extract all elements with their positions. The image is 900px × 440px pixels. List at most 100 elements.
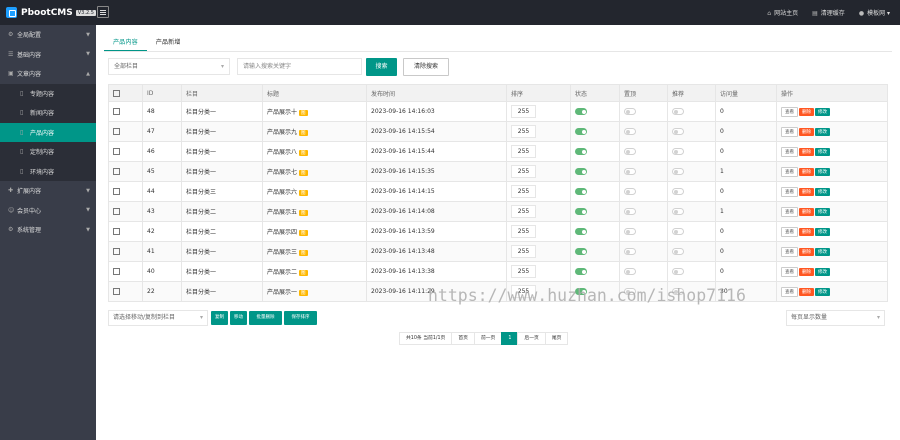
row-checkbox[interactable] — [113, 188, 120, 195]
delete-button[interactable]: 删除 — [799, 107, 814, 116]
cell-title[interactable]: 产品展示六图 — [262, 181, 367, 202]
sidebar-item-member-center[interactable]: ☺ 会员中心 ▼ — [0, 201, 96, 221]
status-toggle[interactable] — [575, 248, 587, 255]
sidebar-item-topic[interactable]: ▯ 专题内容 — [0, 83, 96, 103]
move-button[interactable]: 移动 — [230, 311, 247, 325]
move-target-select[interactable]: 请选择移动/复制到栏目 — [108, 310, 208, 326]
delete-button[interactable]: 删除 — [799, 167, 814, 176]
row-checkbox[interactable] — [113, 168, 120, 175]
view-button[interactable]: 查看 — [781, 146, 798, 157]
cell-title[interactable]: 产品展示九图 — [262, 121, 367, 142]
delete-button[interactable]: 删除 — [799, 147, 814, 156]
status-toggle[interactable] — [575, 128, 587, 135]
recommend-toggle[interactable] — [672, 188, 684, 195]
delete-button[interactable]: 删除 — [799, 187, 814, 196]
view-button[interactable]: 查看 — [781, 186, 798, 197]
sort-input[interactable]: 255 — [511, 165, 536, 178]
sidebar-item-article-content[interactable]: ▣ 文章内容 ▲ — [0, 64, 96, 84]
view-button[interactable]: 查看 — [781, 166, 798, 177]
edit-button[interactable]: 修改 — [815, 247, 830, 256]
view-button[interactable]: 查看 — [781, 206, 798, 217]
top-toggle[interactable] — [624, 128, 636, 135]
row-checkbox[interactable] — [113, 288, 120, 295]
prev-page-button[interactable]: 前一页 — [473, 332, 503, 345]
top-toggle[interactable] — [624, 108, 636, 115]
sidebar-item-extended-content[interactable]: ✚ 扩展内容 ▼ — [0, 181, 96, 201]
row-checkbox[interactable] — [113, 208, 120, 215]
sort-input[interactable]: 255 — [511, 125, 536, 138]
current-page[interactable]: 1 — [501, 332, 519, 345]
page-size-select[interactable]: 每页显示数量 — [786, 310, 885, 326]
sort-input[interactable]: 255 — [511, 265, 536, 278]
category-select[interactable]: 全部栏目 — [108, 58, 230, 75]
top-toggle[interactable] — [624, 148, 636, 155]
edit-button[interactable]: 修改 — [815, 287, 830, 296]
site-home-link[interactable]: ⌂ 网站主页 — [767, 8, 798, 17]
view-button[interactable]: 查看 — [781, 226, 798, 237]
sort-input[interactable]: 255 — [511, 225, 536, 238]
view-button[interactable]: 查看 — [781, 286, 798, 297]
status-toggle[interactable] — [575, 268, 587, 275]
search-input[interactable]: 请输入搜索关键字 — [237, 58, 362, 75]
recommend-toggle[interactable] — [672, 248, 684, 255]
top-toggle[interactable] — [624, 248, 636, 255]
status-toggle[interactable] — [575, 148, 587, 155]
recommend-toggle[interactable] — [672, 148, 684, 155]
last-page-button[interactable]: 尾页 — [544, 332, 569, 345]
sort-input[interactable]: 255 — [511, 105, 536, 118]
menu-toggle-button[interactable] — [97, 6, 109, 18]
sidebar-item-system[interactable]: ⚙ 系统管理 ▼ — [0, 220, 96, 240]
view-button[interactable]: 查看 — [781, 106, 798, 117]
delete-button[interactable]: 删除 — [799, 247, 814, 256]
tab-product-list[interactable]: 产品内容 — [104, 35, 147, 51]
delete-button[interactable]: 删除 — [799, 267, 814, 276]
view-button[interactable]: 查看 — [781, 246, 798, 257]
status-toggle[interactable] — [575, 168, 587, 175]
recommend-toggle[interactable] — [672, 268, 684, 275]
user-menu[interactable]: ● 模板网 ▾ — [859, 8, 890, 17]
top-toggle[interactable] — [624, 208, 636, 215]
edit-button[interactable]: 修改 — [815, 167, 830, 176]
save-sort-button[interactable]: 保存排序 — [284, 311, 317, 325]
sidebar-item-news[interactable]: ▯ 新闻内容 — [0, 103, 96, 123]
tab-product-add[interactable]: 产品新增 — [147, 35, 190, 51]
cell-title[interactable]: 产品展示八图 — [262, 141, 367, 162]
top-toggle[interactable] — [624, 168, 636, 175]
delete-button[interactable]: 删除 — [799, 287, 814, 296]
edit-button[interactable]: 修改 — [815, 267, 830, 276]
edit-button[interactable]: 修改 — [815, 147, 830, 156]
edit-button[interactable]: 修改 — [815, 187, 830, 196]
copy-button[interactable]: 复制 — [211, 311, 228, 325]
batch-delete-button[interactable]: 批量删除 — [249, 311, 282, 325]
row-checkbox[interactable] — [113, 268, 120, 275]
recommend-toggle[interactable] — [672, 128, 684, 135]
select-all-header[interactable] — [108, 84, 143, 102]
sidebar-item-basic-content[interactable]: ☰ 基础内容 ▼ — [0, 45, 96, 65]
sidebar-item-custom[interactable]: ▯ 定制内容 — [0, 142, 96, 162]
cell-title[interactable]: 产品展示三图 — [262, 241, 367, 262]
cell-title[interactable]: 产品展示五图 — [262, 201, 367, 222]
first-page-button[interactable]: 首页 — [451, 332, 475, 345]
cell-title[interactable]: 产品展示二图 — [262, 261, 367, 282]
next-page-button[interactable]: 后一页 — [517, 332, 546, 345]
clear-cache-link[interactable]: ▤ 清理缓存 — [812, 8, 845, 17]
recommend-toggle[interactable] — [672, 168, 684, 175]
cell-title[interactable]: 产品展示十图 — [262, 101, 367, 122]
top-toggle[interactable] — [624, 188, 636, 195]
sort-input[interactable]: 255 — [511, 245, 536, 258]
sidebar-item-environment[interactable]: ▯ 环境内容 — [0, 161, 96, 181]
row-checkbox[interactable] — [113, 148, 120, 155]
sidebar-item-global-config[interactable]: ⚙ 全局配置 ▼ — [0, 25, 96, 45]
top-toggle[interactable] — [624, 228, 636, 235]
logo[interactable]: PbootCMS V3.2.5 — [0, 0, 96, 25]
status-toggle[interactable] — [575, 188, 587, 195]
cell-title[interactable]: 产品展示一图 — [262, 281, 367, 302]
row-checkbox[interactable] — [113, 128, 120, 135]
delete-button[interactable]: 删除 — [799, 127, 814, 136]
edit-button[interactable]: 修改 — [815, 207, 830, 216]
sort-input[interactable]: 255 — [511, 205, 536, 218]
cell-title[interactable]: 产品展示七图 — [262, 161, 367, 182]
recommend-toggle[interactable] — [672, 228, 684, 235]
clear-search-button[interactable]: 清除搜索 — [403, 58, 449, 76]
status-toggle[interactable] — [575, 108, 587, 115]
